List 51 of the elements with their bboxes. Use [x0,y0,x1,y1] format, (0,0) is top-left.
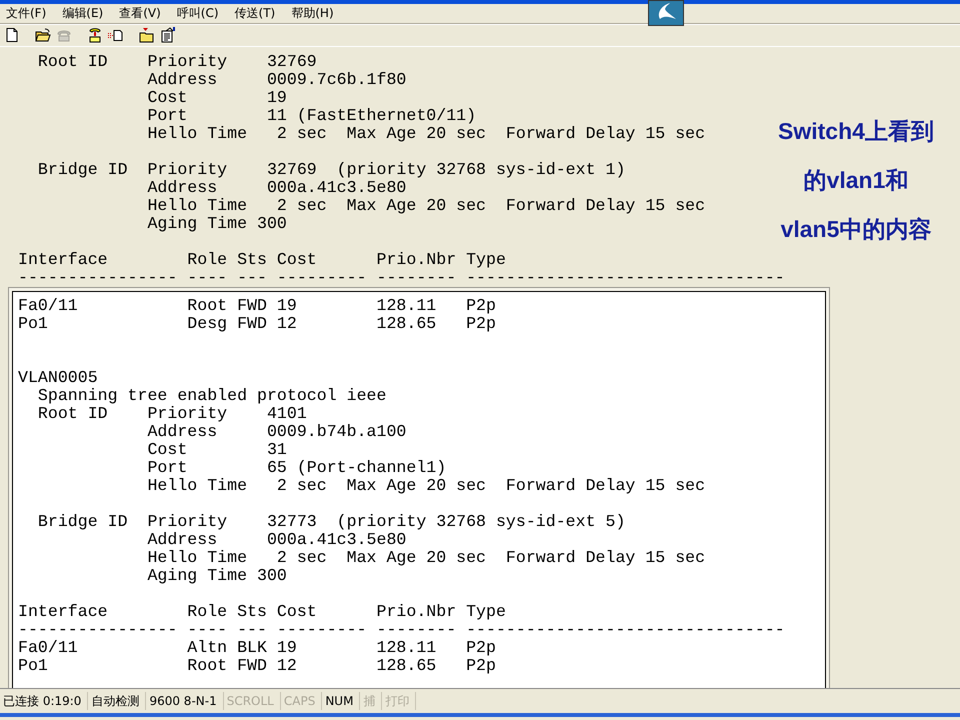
blank-page-icon[interactable] [4,27,20,43]
terminal-line: Bridge ID Priority 32773 (priority 32768 sys-id-ext 5) [36,513,626,531]
menu-item[interactable]: 编辑(E) [61,5,104,22]
terminal-line: Fa0/11 Root FWD 19 128.11 P2p [18,297,496,315]
telephone-icon[interactable] [87,27,103,43]
terminal-line: ---------------- ---- --- --------- -------- -------------------------------- [18,269,785,287]
menu-item[interactable]: 查看(V) [118,5,162,22]
terminal-line: Spanning tree enabled protocol ieee [36,387,386,405]
terminal-line: Address 000a.41c3.5e80 [146,531,406,549]
annotation-text: 的vlan1和 [804,166,908,195]
terminal-line: VLAN0005 [18,369,98,387]
terminal-line: Po1 Root FWD 12 128.65 P2p [18,657,496,675]
terminal-line: Address 0009.b74b.a100 [146,423,406,441]
bird-logo-icon [648,0,684,26]
terminal-line: ---------------- ---- --- --------- -------- -------------------------------- [18,621,785,639]
terminal-line: Po1 Desg FWD 12 128.65 P2p [18,315,496,333]
terminal-line: Hello Time 2 sec Max Age 20 sec Forward Delay 15 sec [146,125,706,143]
terminal-line: Cost 31 [146,441,287,459]
terminal-line: Hello Time 2 sec Max Age 20 sec Forward Delay 15 sec [146,197,706,215]
open-folder-icon[interactable] [35,27,51,43]
menu-item[interactable]: 文件(F) [5,5,48,22]
status-cell: 捕 [360,692,382,710]
status-cell: CAPS [280,692,322,710]
status-cell: 打印 [382,692,416,710]
terminal-line: Aging Time 300 [146,567,287,585]
terminal-line: Hello Time 2 sec Max Age 20 sec Forward Delay 15 sec [146,477,706,495]
status-cell: 自动检测 [88,692,146,710]
terminal-line: Address 0009.7c6b.1f80 [146,71,406,89]
terminal-line: Root ID Priority 4101 [36,405,307,423]
folder-icon[interactable] [139,27,155,43]
terminal-line: Root ID Priority 32769 [36,53,317,71]
terminal-line: Interface Role Sts Cost Prio.Nbr Type [18,603,506,621]
status-cell: SCROLL [224,692,281,710]
menu-item[interactable]: 呼叫(C) [176,5,220,22]
menu-item[interactable]: 传送(T) [234,5,276,22]
annotation-text: vlan5中的内容 [780,215,932,244]
annotation-text: Switch4上看到 [778,117,934,146]
terminal-line: Aging Time 300 [146,215,287,233]
status-cell: 9600 8-N-1 [146,692,224,710]
status-cell: 已连接 0:19:0 [0,692,88,710]
terminal-line: Hello Time 2 sec Max Age 20 sec Forward Delay 15 sec [146,549,706,567]
terminal-line: Fa0/11 Altn BLK 19 128.11 P2p [18,639,496,657]
terminal-line: Port 11 (FastEthernet0/11) [146,107,476,125]
terminal-line: Bridge ID Priority 32769 (priority 32768 sys-id-ext 1) [36,161,626,179]
document-icon[interactable] [160,27,176,43]
terminal-line: Port 65 (Port-channel1) [146,459,446,477]
status-cell: NUM [322,692,360,710]
terminal-line: Cost 19 [146,89,287,107]
terminal-line: Address 000a.41c3.5e80 [146,179,406,197]
menu-item[interactable]: 帮助(H) [290,5,335,22]
terminal-line: Interface Role Sts Cost Prio.Nbr Type [18,251,506,269]
